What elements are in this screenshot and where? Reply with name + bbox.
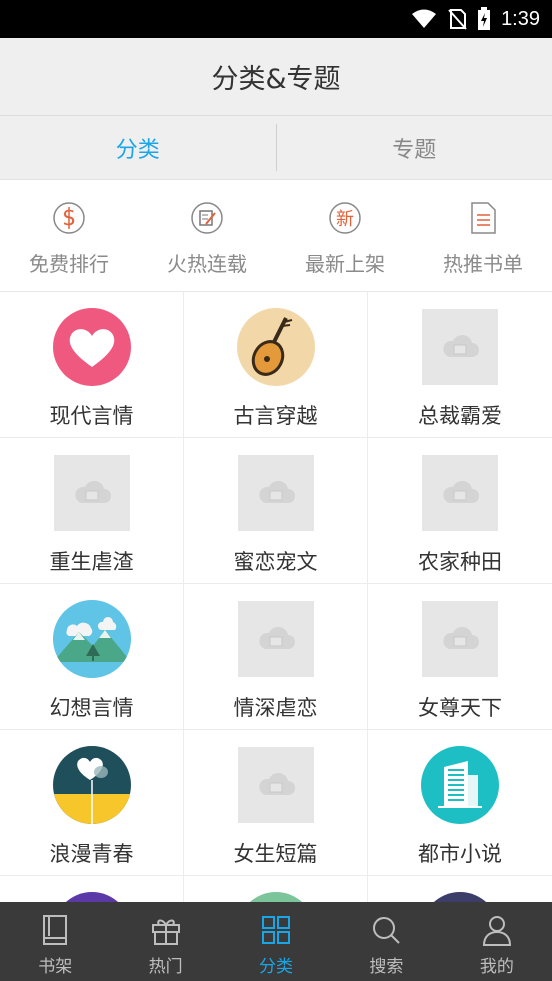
cloud-placeholder-icon bbox=[237, 601, 314, 677]
category-label: 女尊天下 bbox=[418, 696, 502, 720]
nav-hot[interactable]: 热门 bbox=[110, 902, 220, 981]
cloud-placeholder-icon bbox=[237, 747, 314, 823]
category-label: 古言穿越 bbox=[233, 404, 318, 428]
category-ceo-romance[interactable]: 总裁霸爱 bbox=[368, 292, 552, 437]
gift-icon bbox=[150, 914, 182, 946]
cloud-placeholder-icon bbox=[422, 455, 498, 531]
cloud-placeholder-icon bbox=[53, 455, 130, 531]
new-icon: 新 bbox=[327, 200, 363, 236]
nav-bookshelf[interactable]: 书架 bbox=[0, 902, 110, 981]
page-title: 分类&专题 bbox=[211, 64, 341, 95]
category-label: 幻想言情 bbox=[49, 696, 134, 720]
category-label: 都市小说 bbox=[418, 842, 502, 866]
tab-category[interactable]: 分类 bbox=[0, 116, 276, 179]
category-urban[interactable]: 都市小说 bbox=[368, 730, 552, 875]
category-partial[interactable] bbox=[184, 876, 368, 902]
category-ancient-romance[interactable]: 古言穿越 bbox=[184, 292, 368, 437]
nav-label: 书架 bbox=[38, 957, 73, 977]
nav-label: 热门 bbox=[148, 957, 183, 977]
category-label: 情深虐恋 bbox=[233, 696, 318, 720]
quick-links: S 免费排行 火热连载 新 最新上架 热推书单 bbox=[0, 180, 552, 292]
category-label: 总裁霸爱 bbox=[418, 404, 502, 428]
quick-hot-serial[interactable]: 火热连载 bbox=[138, 180, 276, 291]
status-bar: 1:39 bbox=[0, 0, 552, 38]
mountain-icon bbox=[52, 600, 131, 678]
user-icon bbox=[481, 914, 513, 946]
cloud-placeholder-icon bbox=[422, 309, 498, 385]
category-image bbox=[421, 892, 499, 902]
segment-tabs: 分类 专题 bbox=[0, 116, 552, 180]
quick-free-ranking[interactable]: S 免费排行 bbox=[0, 180, 138, 291]
grid-row: 幻想言情 情深虐恋 女尊天下 bbox=[0, 584, 552, 730]
grid-row-partial bbox=[0, 876, 552, 902]
nav-label: 分类 bbox=[259, 957, 294, 977]
grid-row: 现代言情 古言穿越 总裁霸爱 bbox=[0, 292, 552, 438]
bottom-nav: 书架 热门 分类 搜索 我的 bbox=[0, 902, 552, 981]
no-sim-icon bbox=[448, 9, 467, 30]
header: 分类&专题 bbox=[0, 38, 552, 116]
category-label: 女生短篇 bbox=[233, 842, 318, 866]
quick-new-arrivals[interactable]: 新 最新上架 bbox=[276, 180, 414, 291]
grid-row: 重生虐渣 蜜恋宠文 农家种田 bbox=[0, 438, 552, 584]
svg-text:新: 新 bbox=[336, 209, 354, 230]
grid-icon bbox=[260, 914, 292, 946]
clock: 1:39 bbox=[501, 7, 540, 30]
category-rebirth[interactable]: 重生虐渣 bbox=[0, 438, 184, 583]
cloud-placeholder-icon bbox=[422, 601, 498, 677]
document-icon bbox=[465, 200, 501, 236]
category-fantasy-romance[interactable]: 幻想言情 bbox=[0, 584, 184, 729]
category-female-dominant[interactable]: 女尊天下 bbox=[368, 584, 552, 729]
category-partial[interactable] bbox=[368, 876, 552, 902]
tab-topic[interactable]: 专题 bbox=[277, 116, 552, 179]
edit-icon bbox=[189, 200, 225, 236]
category-modern-romance[interactable]: 现代言情 bbox=[0, 292, 184, 437]
category-sweet-love[interactable]: 蜜恋宠文 bbox=[184, 438, 368, 583]
category-partial[interactable] bbox=[0, 876, 184, 902]
bookshelf-icon bbox=[39, 914, 71, 946]
romance-icon bbox=[52, 746, 131, 824]
category-label: 浪漫青春 bbox=[49, 842, 134, 866]
search-icon bbox=[370, 914, 402, 946]
nav-label: 搜索 bbox=[369, 957, 404, 977]
category-image bbox=[52, 892, 131, 902]
grid-row: 浪漫青春 女生短篇 都市小说 bbox=[0, 730, 552, 876]
quick-book-list[interactable]: 热推书单 bbox=[414, 180, 552, 291]
nav-label: 我的 bbox=[479, 957, 514, 977]
nav-search[interactable]: 搜索 bbox=[331, 902, 441, 981]
dollar-icon: S bbox=[51, 200, 87, 236]
building-icon bbox=[421, 746, 499, 824]
pipa-icon bbox=[236, 308, 315, 386]
cloud-placeholder-icon bbox=[237, 455, 314, 531]
category-youth-romance[interactable]: 浪漫青春 bbox=[0, 730, 184, 875]
category-farming[interactable]: 农家种田 bbox=[368, 438, 552, 583]
nav-category[interactable]: 分类 bbox=[221, 902, 331, 981]
category-label: 重生虐渣 bbox=[49, 550, 134, 574]
quick-label: 免费排行 bbox=[29, 252, 109, 276]
heart-icon bbox=[52, 308, 131, 386]
category-short-stories[interactable]: 女生短篇 bbox=[184, 730, 368, 875]
quick-label: 热推书单 bbox=[443, 252, 523, 276]
category-label: 现代言情 bbox=[49, 404, 134, 428]
category-label: 农家种田 bbox=[418, 550, 502, 574]
nav-mine[interactable]: 我的 bbox=[442, 902, 552, 981]
quick-label: 最新上架 bbox=[305, 252, 385, 276]
wifi-icon bbox=[412, 9, 437, 28]
category-image bbox=[236, 892, 315, 902]
category-deep-love[interactable]: 情深虐恋 bbox=[184, 584, 368, 729]
quick-label: 火热连载 bbox=[167, 252, 247, 276]
category-grid: 现代言情 古言穿越 总裁霸爱 重生虐渣 蜜恋宠文 农家种田 幻想言情 情深虐恋 … bbox=[0, 292, 552, 902]
battery-icon bbox=[478, 7, 491, 30]
category-label: 蜜恋宠文 bbox=[233, 550, 318, 574]
